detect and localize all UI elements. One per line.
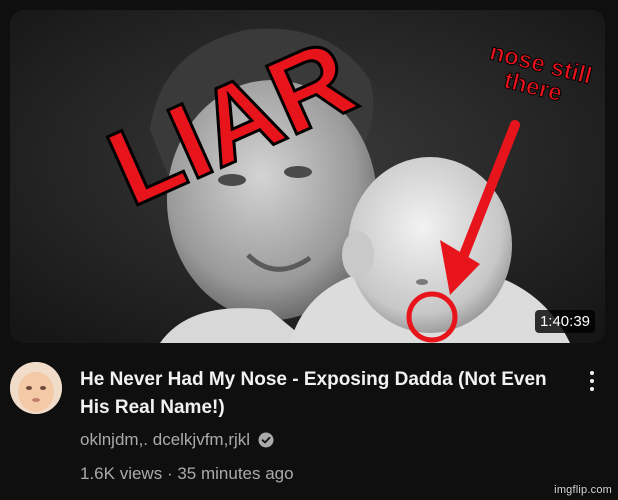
meta-separator: · — [166, 464, 173, 483]
watermark: imgflip.com — [554, 484, 612, 496]
channel-link[interactable]: oklnjdm,. dcelkjvfm,rjkl — [80, 430, 274, 450]
duration-badge: 1:40:39 — [534, 310, 595, 333]
channel-avatar[interactable] — [10, 362, 62, 414]
view-count: 1.6K views — [80, 464, 163, 483]
video-title[interactable]: He Never Had My Nose - Exposing Dadda (N… — [80, 366, 560, 422]
video-thumbnail[interactable]: LIAR nose still there 1:40:39 — [10, 10, 605, 343]
video-meta: 1.6K views · 35 minutes ago — [80, 464, 294, 484]
upload-age: 35 minutes ago — [177, 464, 294, 483]
more-options-button[interactable] — [582, 366, 602, 396]
thumbnail-image: LIAR nose still there — [10, 10, 605, 343]
channel-name: oklnjdm,. dcelkjvfm,rjkl — [80, 430, 251, 449]
check-circle-icon — [258, 432, 274, 448]
more-vertical-icon — [590, 371, 594, 375]
